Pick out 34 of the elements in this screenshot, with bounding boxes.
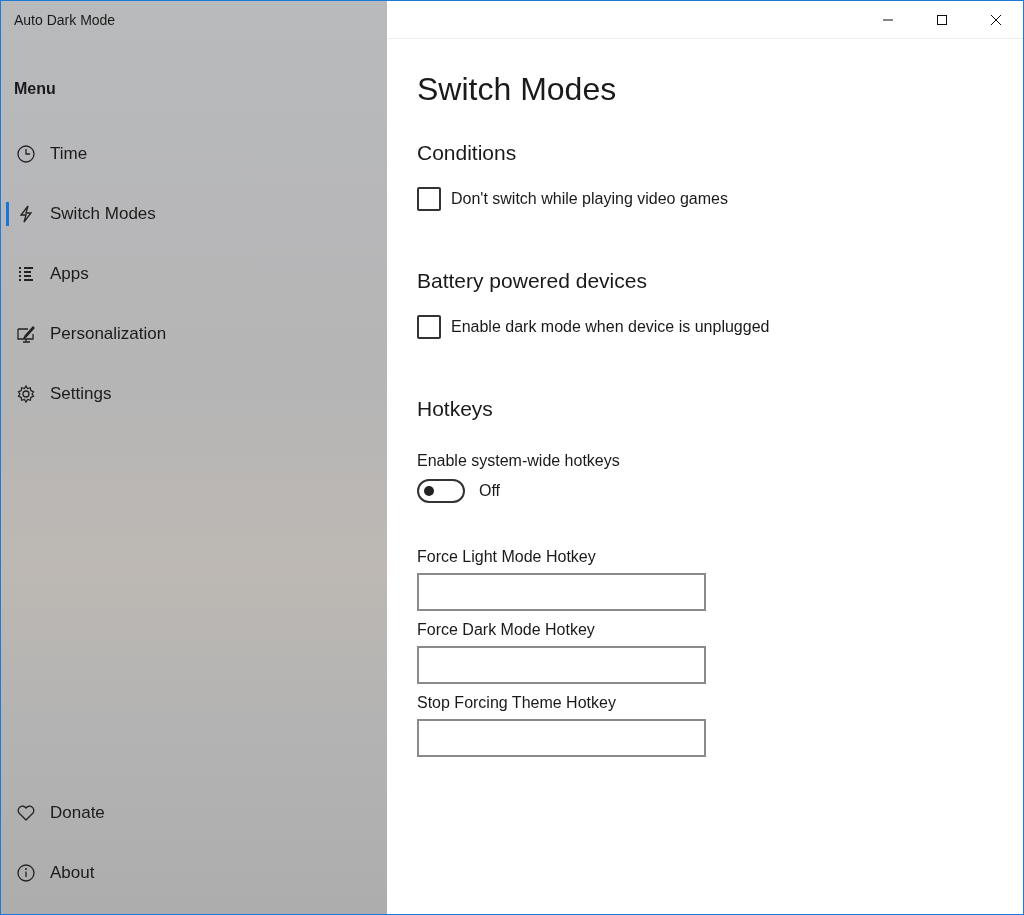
field-label: Force Light Mode Hotkey [417,547,597,567]
hotkey-field[interactable] [417,719,706,757]
app-title: Auto Dark Mode [13,11,117,30]
field-label: Force Dark Mode Hotkey [417,620,596,640]
toggle-switch[interactable] [417,479,465,503]
hotkey-field[interactable] [417,573,706,611]
nav-item[interactable]: Time [1,124,387,184]
hotkey-field[interactable] [417,646,706,684]
nav-item[interactable]: Personalization [1,304,387,364]
toggle-state: Off [479,482,501,500]
info-icon [16,863,36,883]
checkbox-label: Enable dark mode when device is unplugged [451,318,770,336]
nav-item[interactable]: About [1,843,387,903]
close-icon [990,13,1002,26]
nav-item[interactable]: Settings [1,364,387,424]
section-heading: Conditions [417,140,518,166]
monitor-pen-icon [16,324,36,344]
clock-icon [16,144,36,164]
list-icon [16,264,36,284]
nav-item[interactable]: Switch Modes [1,184,387,244]
field-label: Stop Forcing Theme Hotkey [417,693,617,713]
nav-item[interactable]: Apps [1,244,387,304]
menu-heading: Menu [13,79,57,99]
checkbox[interactable] [417,315,441,339]
checkbox-label: Don't switch while playing video games [451,190,728,208]
maximize-icon [936,13,948,26]
toggle-label: Enable system-wide hotkeys [417,451,621,471]
section-heading: Battery powered devices [417,268,648,294]
heart-icon [16,803,36,823]
checkbox[interactable] [417,187,441,211]
section-heading: Hotkeys [417,396,494,422]
nav-item[interactable]: Donate [1,783,387,843]
page-title: Switch Modes [417,70,618,109]
gear-icon [16,384,36,404]
